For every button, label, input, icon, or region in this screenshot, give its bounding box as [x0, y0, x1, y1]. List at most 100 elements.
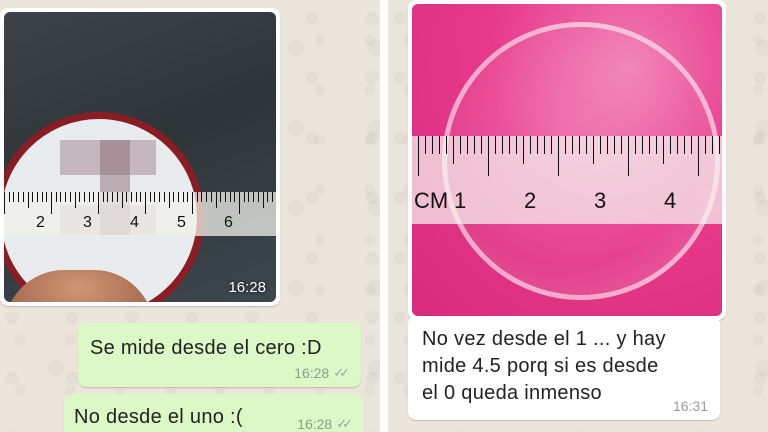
ruler-tick — [140, 192, 142, 202]
ruler-tick — [182, 192, 184, 202]
ruler-tick — [55, 192, 57, 202]
ruler-tick — [621, 136, 622, 154]
ruler-tick — [607, 136, 608, 154]
ruler-number: 2 — [36, 214, 45, 231]
ruler-tick — [4, 192, 5, 214]
ruler-tick — [79, 192, 81, 202]
message-bubble-2[interactable]: No desde el uno :( 16:28 ✓✓ — [64, 394, 364, 432]
ruler-tick — [432, 136, 433, 154]
ruler-tick — [145, 192, 146, 214]
ruler-tick — [537, 136, 538, 154]
ruler-tick — [663, 136, 664, 164]
ruler-photo[interactable]: 1 2 3 4 CM — [412, 4, 722, 316]
ruler-tick — [467, 136, 468, 154]
ruler-tick — [677, 136, 678, 154]
ruler-tick — [418, 136, 419, 176]
ruler-tick — [579, 136, 580, 154]
ruler-tick — [712, 136, 713, 154]
ruler-tick — [239, 192, 240, 214]
ruler-tick — [88, 192, 90, 202]
ruler-tick — [558, 136, 559, 176]
double-check-icon: ✓✓ — [336, 416, 353, 431]
ruler: 1 2 3 4 CM — [412, 136, 722, 224]
ruler-number: 4 — [130, 214, 139, 231]
ruler-tick — [149, 192, 151, 202]
message-bubble-1[interactable]: Se mide desde el cero :D 16:28 ✓✓ — [78, 323, 361, 387]
message-meta: 16:31 — [673, 398, 708, 414]
ruler-tick — [649, 136, 650, 154]
ruler-number: 1 — [454, 188, 467, 213]
ruler-tick — [642, 136, 643, 154]
ruler-tick — [488, 136, 489, 176]
ruler-tick — [210, 192, 212, 202]
ruler-tick — [248, 192, 250, 202]
ruler-tick — [8, 192, 10, 202]
ruler-tick — [502, 136, 503, 154]
ruler-tick — [719, 136, 720, 154]
ruler-number: 2 — [524, 188, 537, 213]
ruler: 2 3 4 5 6 — [4, 192, 276, 236]
ruler-photo[interactable]: 2 3 4 5 6 16:28 — [4, 12, 276, 302]
ruler-tick — [173, 192, 175, 202]
ruler-tick — [36, 192, 38, 202]
ruler-tick — [121, 192, 123, 208]
ruler-tick — [83, 192, 85, 202]
message-line-1: No vez desde el 1 ... y hay — [422, 328, 666, 350]
ruler-tick — [530, 136, 531, 154]
ruler-tick — [523, 136, 524, 164]
ruler-tick — [267, 192, 269, 202]
ruler-tick — [229, 192, 231, 202]
ruler-tick — [698, 136, 699, 176]
ruler-unit-label: CM — [414, 188, 449, 213]
ruler-tick — [628, 136, 629, 176]
ruler-tick — [22, 192, 24, 202]
ruler-tick — [192, 192, 193, 214]
ruler-tick — [196, 192, 198, 202]
ruler-tick — [51, 192, 52, 214]
ruler-tick — [705, 136, 706, 154]
message-bubble-3[interactable]: No vez desde el 1 ... y hay mide 4.5 por… — [408, 316, 720, 420]
ruler-tick — [18, 192, 20, 202]
message-line-2: mide 4.5 porq si es desde — [422, 355, 659, 377]
ruler-tick — [262, 192, 264, 208]
ruler-tick — [516, 136, 517, 154]
message-meta: 16:28 ✓✓ — [294, 365, 350, 381]
ruler-number: 5 — [177, 214, 186, 231]
ruler-tick — [177, 192, 179, 202]
ruler-tick — [163, 192, 165, 202]
message-time: 16:28 — [297, 416, 333, 432]
ruler-tick — [187, 192, 189, 202]
ruler-tick — [65, 192, 67, 202]
ruler-tick — [495, 136, 496, 154]
ruler-tick — [509, 136, 510, 154]
ruler-tick — [572, 136, 573, 154]
ruler-tick — [116, 192, 118, 202]
ruler-tick — [565, 136, 566, 154]
ruler-tick — [107, 192, 109, 202]
ruler-tick — [60, 192, 62, 202]
ruler-tick — [234, 192, 236, 202]
ruler-tick — [439, 136, 440, 154]
ruler-tick — [74, 192, 76, 208]
image-message-incoming[interactable]: 2 3 4 5 6 16:28 — [0, 8, 280, 306]
ruler-tick — [670, 136, 671, 154]
ruler-number: 4 — [664, 188, 677, 213]
message-text: Se mide desde el cero :D — [90, 337, 322, 359]
ruler-tick — [460, 136, 461, 154]
ruler-tick — [600, 136, 601, 154]
message-time: 16:31 — [672, 398, 708, 414]
ruler-tick — [257, 192, 259, 202]
ruler-number: 6 — [224, 214, 233, 231]
image-message-incoming[interactable]: 1 2 3 4 CM — [408, 0, 726, 320]
ruler-tick — [243, 192, 245, 202]
ruler-tick — [201, 192, 203, 202]
ruler-tick — [93, 192, 95, 202]
ruler-tick — [98, 192, 99, 214]
ruler-tick — [481, 136, 482, 154]
ruler-tick — [102, 192, 104, 202]
ruler-tick — [224, 192, 226, 202]
ruler-tick — [126, 192, 128, 202]
ruler-tick — [154, 192, 156, 202]
ruler-tick — [206, 192, 208, 202]
chat-panel-left: 2 3 4 5 6 16:28 Se mide desde el cero :D 16:… — [0, 0, 380, 432]
